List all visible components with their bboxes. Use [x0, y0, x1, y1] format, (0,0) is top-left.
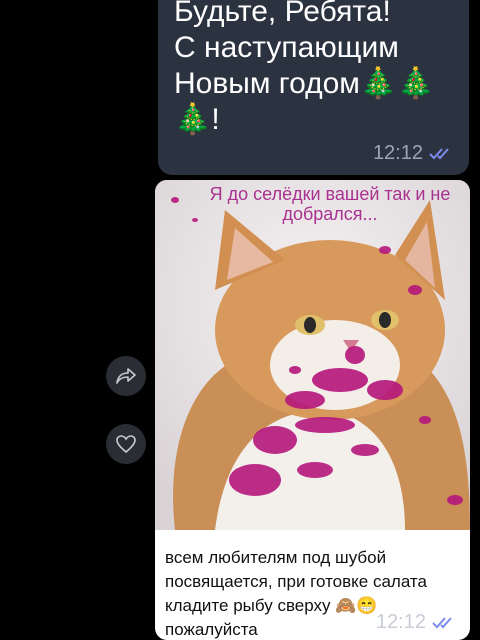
double-check-icon	[429, 147, 449, 159]
double-check-icon	[432, 616, 452, 628]
message-bubble-image[interactable]: Я до селёдки вашей так и не добрался... …	[155, 180, 470, 640]
share-arrow-icon	[116, 368, 136, 384]
cat-photo[interactable]: Я до селёдки вашей так и не добрался...	[155, 180, 470, 530]
message-meta: 12:12	[376, 611, 458, 634]
message-bubble-text[interactable]: Будьте, Ребята! С наступающим Новым годо…	[158, 0, 469, 175]
message-meta: 12:12	[373, 142, 455, 165]
photo-overlay-text: Я до селёдки вашей так и не добрался...	[209, 184, 451, 224]
message-text: Будьте, Ребята! С наступающим Новым годо…	[174, 0, 435, 136]
message-time: 12:12	[375, 611, 426, 633]
share-button[interactable]	[106, 356, 146, 396]
message-time: 12:12	[372, 142, 423, 164]
like-button[interactable]	[106, 424, 146, 464]
heart-icon	[116, 435, 136, 454]
cat-illustration	[155, 180, 470, 530]
